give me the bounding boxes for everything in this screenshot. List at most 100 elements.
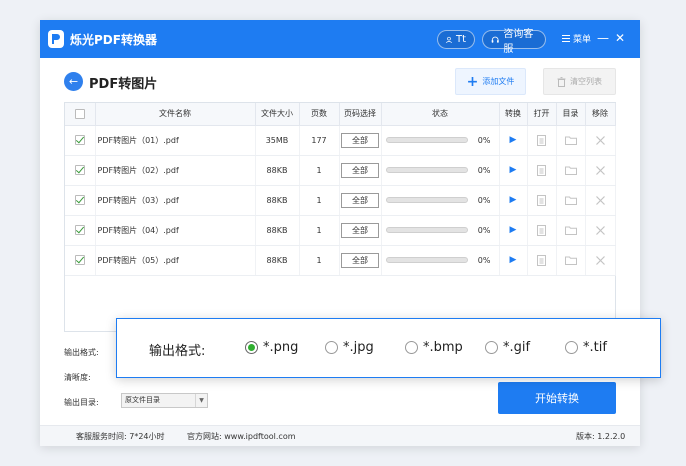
play-icon[interactable]: ▶ xyxy=(510,255,517,265)
table-row: PDF转图片（05）.pdf 88KB 1 全部 0% ▶ xyxy=(65,245,616,276)
row-checkbox[interactable] xyxy=(74,225,85,235)
title-bar: 烁光PDF转换器 〈 Tt 咨询客服 菜单 — ✕ xyxy=(40,20,640,58)
progress-bar xyxy=(385,227,468,233)
remove-icon[interactable] xyxy=(595,165,605,175)
radio-button[interactable] xyxy=(245,341,258,354)
page-select-cell: 全部 xyxy=(339,185,382,216)
folder-icon[interactable] xyxy=(564,166,577,175)
row-checkbox[interactable] xyxy=(74,165,85,175)
select-all-checkbox[interactable] xyxy=(74,108,85,119)
close-button[interactable]: ✕ xyxy=(615,31,625,45)
radio-button[interactable] xyxy=(405,341,418,354)
remove-icon[interactable] xyxy=(595,255,605,265)
back-button[interactable]: ← xyxy=(64,72,83,91)
folder-icon[interactable] xyxy=(564,256,577,265)
document-icon[interactable] xyxy=(537,254,546,266)
remove-icon[interactable] xyxy=(595,195,605,205)
status-cell: 0% xyxy=(381,155,500,186)
website-link[interactable]: 官方网站: www.ipdftool.com xyxy=(187,431,296,442)
remove-cell xyxy=(585,185,616,216)
document-icon[interactable] xyxy=(537,134,546,146)
output-directory-value: 原文件目录 xyxy=(125,396,160,404)
progress-text: 0% xyxy=(477,135,491,145)
row-checkbox[interactable] xyxy=(74,135,85,145)
customer-service-button[interactable]: 咨询客服 xyxy=(482,29,546,55)
page-select-button[interactable]: 全部 xyxy=(341,192,379,208)
column-header-convert: 转换 xyxy=(499,103,528,126)
start-convert-button[interactable]: 开始转换 xyxy=(498,382,616,414)
convert-cell: ▶ xyxy=(499,185,528,216)
page-select-button[interactable]: 全部 xyxy=(341,222,379,238)
version-text: 版本: 1.2.2.0 xyxy=(576,432,626,441)
row-checkbox-cell xyxy=(65,125,96,156)
file-size: 88KB xyxy=(255,155,300,186)
folder-icon[interactable] xyxy=(564,226,577,235)
add-file-button[interactable]: + 添加文件 xyxy=(455,68,526,95)
folder-icon[interactable] xyxy=(564,136,577,145)
remove-icon[interactable] xyxy=(595,135,605,145)
row-checkbox[interactable] xyxy=(74,195,85,205)
progress-bar xyxy=(385,137,468,143)
column-header-page-select: 页码选择 xyxy=(339,103,382,126)
page-select-button[interactable]: 全部 xyxy=(341,132,379,148)
output-directory-label: 输出目录: xyxy=(64,398,99,407)
document-icon[interactable] xyxy=(537,164,546,176)
document-icon[interactable] xyxy=(537,224,546,236)
radio-button[interactable] xyxy=(325,341,338,354)
folder-icon[interactable] xyxy=(564,196,577,205)
page-count: 1 xyxy=(299,215,340,246)
output-directory-select[interactable]: 原文件目录 ▼ xyxy=(121,393,208,408)
play-icon[interactable]: ▶ xyxy=(510,225,517,235)
status-cell: 0% xyxy=(381,215,500,246)
clear-list-label: 清空列表 xyxy=(570,77,602,86)
arrow-left-icon: ← xyxy=(68,75,79,88)
table-row: PDF转图片（03）.pdf 88KB 1 全部 0% ▶ xyxy=(65,185,616,216)
format-option-label: *.tif xyxy=(583,340,607,355)
row-checkbox[interactable] xyxy=(74,255,85,265)
remove-icon[interactable] xyxy=(595,225,605,235)
column-header-directory: 目录 xyxy=(556,103,586,126)
play-icon[interactable]: ▶ xyxy=(510,195,517,205)
customer-service-label: 咨询客服 xyxy=(503,28,534,55)
user-button[interactable]: Tt xyxy=(437,30,475,49)
add-file-label: 添加文件 xyxy=(482,77,515,86)
format-option-label: *.bmp xyxy=(423,340,463,355)
convert-cell: ▶ xyxy=(499,125,528,156)
page-select-cell: 全部 xyxy=(339,125,382,156)
page-count: 1 xyxy=(299,155,340,186)
user-icon xyxy=(446,36,452,43)
plus-icon: + xyxy=(466,73,479,90)
menu-button[interactable]: 菜单 xyxy=(562,32,591,45)
format-option[interactable]: *.gif xyxy=(485,340,530,355)
play-icon[interactable]: ▶ xyxy=(510,135,517,145)
column-header-status: 状态 xyxy=(381,103,500,126)
page-count: 1 xyxy=(299,185,340,216)
play-icon[interactable]: ▶ xyxy=(510,165,517,175)
format-option[interactable]: *.tif xyxy=(565,340,607,355)
document-icon[interactable] xyxy=(537,194,546,206)
menu-icon xyxy=(562,35,570,42)
output-format-popup: 输出格式: *.png *.jpg *.bmp *.gif *.tif xyxy=(116,318,661,378)
page-select-button[interactable]: 全部 xyxy=(341,162,379,178)
format-option[interactable]: *.jpg xyxy=(325,340,374,355)
format-option-label: *.png xyxy=(263,340,299,355)
app-window: 烁光PDF转换器 〈 Tt 咨询客服 菜单 — ✕ ← PDF转图片 + 添加文… xyxy=(40,20,640,446)
remove-cell xyxy=(585,125,616,156)
headset-icon xyxy=(491,36,499,43)
format-option[interactable]: *.bmp xyxy=(405,340,463,355)
clear-list-button[interactable]: 清空列表 xyxy=(543,68,616,95)
remove-cell xyxy=(585,245,616,276)
radio-button[interactable] xyxy=(565,341,578,354)
page-title: PDF转图片 xyxy=(89,77,158,92)
page-select-button[interactable]: 全部 xyxy=(341,252,379,268)
minimize-button[interactable]: — xyxy=(597,31,609,45)
directory-cell xyxy=(556,125,586,156)
directory-cell xyxy=(556,215,586,246)
convert-cell: ▶ xyxy=(499,245,528,276)
format-option[interactable]: *.png xyxy=(245,340,298,355)
table-row: PDF转图片（04）.pdf 88KB 1 全部 0% ▶ xyxy=(65,215,616,246)
user-label: Tt xyxy=(455,34,466,45)
radio-button[interactable] xyxy=(485,341,498,354)
progress-bar xyxy=(385,197,468,203)
progress-text: 0% xyxy=(477,225,491,235)
